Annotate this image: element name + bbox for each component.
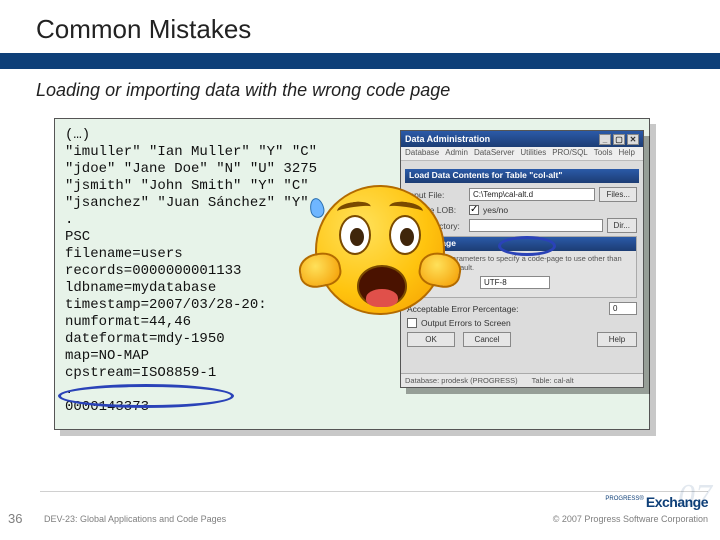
logo-exchange-text: Exchange <box>646 494 708 510</box>
dialog-statusbar: Database: prodesk (PROGRESS) Table: cal-… <box>401 373 643 387</box>
slide-footer: 07 36 DEV-23: Global Applications and Co… <box>0 490 720 540</box>
title-area: Common Mistakes <box>0 0 720 69</box>
dialog-title-text: Data Administration <box>405 134 490 144</box>
emoji-tongue <box>366 289 398 307</box>
ok-button[interactable]: OK <box>407 332 455 347</box>
highlight-cpstream <box>58 384 234 408</box>
include-lob-checkbox[interactable] <box>469 205 479 215</box>
logo-progress-text: PROGRESS® <box>605 496 643 502</box>
code-page-field[interactable]: UTF-8 <box>480 276 550 289</box>
emoji-eye-left <box>339 215 371 255</box>
footer-left: DEV-23: Global Applications and Code Pag… <box>44 514 226 524</box>
include-lob-text: yes/no <box>483 205 508 215</box>
lob-dir-field[interactable] <box>469 219 603 232</box>
menu-database[interactable]: Database <box>405 148 439 159</box>
status-db-value: prodesk (PROGRESS) <box>441 376 517 385</box>
shocked-emoji <box>315 185 445 315</box>
menu-prosql[interactable]: PRO/SQL <box>552 148 588 159</box>
menu-help[interactable]: Help <box>618 148 634 159</box>
emoji-eye-right <box>389 215 421 255</box>
menu-utilities[interactable]: Utilities <box>520 148 546 159</box>
title-bar <box>0 53 720 69</box>
highlight-utf8 <box>498 236 556 256</box>
help-button[interactable]: Help <box>597 332 637 347</box>
menu-tools[interactable]: Tools <box>594 148 613 159</box>
output-errors-checkbox[interactable] <box>407 318 417 328</box>
output-errors-label: Output Errors to Screen <box>421 318 511 328</box>
slide-subtitle: Loading or importing data with the wrong… <box>36 80 450 101</box>
close-button[interactable]: ✕ <box>627 134 639 145</box>
files-button[interactable]: Files... <box>599 187 637 202</box>
menu-admin[interactable]: Admin <box>445 148 468 159</box>
cancel-button[interactable]: Cancel <box>463 332 511 347</box>
maximize-button[interactable]: ▢ <box>613 134 625 145</box>
exchange-logo: PROGRESS® Exchange <box>605 494 708 510</box>
dialog-subtitle: Load Data Contents for Table "col-alt" <box>405 169 639 183</box>
minimize-button[interactable]: _ <box>599 134 611 145</box>
dialog-menubar: Database Admin DataServer Utilities PRO/… <box>401 147 643 161</box>
slide-title: Common Mistakes <box>0 0 720 53</box>
dialog-titlebar: Data Administration _ ▢ ✕ <box>401 131 643 147</box>
dir-button[interactable]: Dir... <box>607 218 637 233</box>
error-pct-field[interactable]: 0 <box>609 302 637 315</box>
footer-copyright: © 2007 Progress Software Corporation <box>553 514 708 524</box>
input-file-field[interactable]: C:\Temp\cal-alt.d <box>469 188 595 201</box>
status-table-label: Table: <box>532 376 552 385</box>
status-table-value: cal-alt <box>554 376 574 385</box>
status-db-label: Database: <box>405 376 439 385</box>
menu-dataserver[interactable]: DataServer <box>474 148 514 159</box>
page-number: 36 <box>8 511 22 526</box>
error-pct-label: Acceptable Error Percentage: <box>407 304 605 314</box>
